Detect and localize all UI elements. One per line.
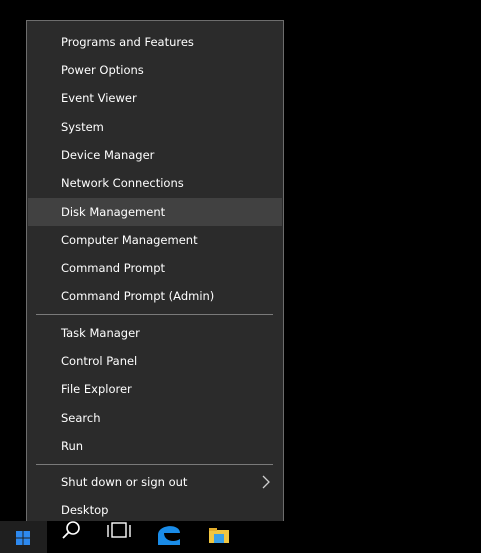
windows-logo-icon: [16, 531, 30, 545]
winx-context-menu: Programs and Features Power Options Even…: [26, 20, 284, 532]
start-button[interactable]: [0, 521, 47, 553]
menu-separator: [36, 464, 273, 465]
menu-item-device-manager[interactable]: Device Manager: [28, 141, 282, 169]
menu-item-run[interactable]: Run: [28, 432, 282, 460]
taskbar: [0, 521, 481, 553]
chevron-right-icon: [262, 475, 270, 489]
menu-separator: [36, 314, 273, 315]
menu-item-command-prompt[interactable]: Command Prompt: [28, 254, 282, 282]
task-view-icon: [107, 522, 131, 538]
menu-item-computer-management[interactable]: Computer Management: [28, 226, 282, 254]
file-explorer-button[interactable]: [196, 521, 242, 553]
menu-item-network-connections[interactable]: Network Connections: [28, 169, 282, 197]
menu-item-label: Shut down or sign out: [61, 475, 188, 489]
edge-browser-icon: [158, 526, 180, 545]
menu-item-shut-down-or-sign-out[interactable]: Shut down or sign out: [28, 468, 282, 496]
menu-item-file-explorer[interactable]: File Explorer: [28, 375, 282, 403]
menu-item-control-panel[interactable]: Control Panel: [28, 347, 282, 375]
search-icon: [62, 521, 80, 539]
menu-item-disk-management[interactable]: Disk Management: [28, 198, 282, 226]
menu-item-event-viewer[interactable]: Event Viewer: [28, 84, 282, 112]
search-button[interactable]: [48, 521, 94, 553]
menu-item-search[interactable]: Search: [28, 404, 282, 432]
menu-item-power-options[interactable]: Power Options: [28, 56, 282, 84]
menu-item-command-prompt-admin[interactable]: Command Prompt (Admin): [28, 282, 282, 310]
menu-item-task-manager[interactable]: Task Manager: [28, 319, 282, 347]
menu-item-desktop[interactable]: Desktop: [28, 496, 282, 524]
file-explorer-icon: [209, 528, 229, 543]
menu-item-system[interactable]: System: [28, 113, 282, 141]
task-view-button[interactable]: [96, 521, 142, 553]
edge-button[interactable]: [146, 521, 192, 553]
menu-item-programs-and-features[interactable]: Programs and Features: [28, 28, 282, 56]
